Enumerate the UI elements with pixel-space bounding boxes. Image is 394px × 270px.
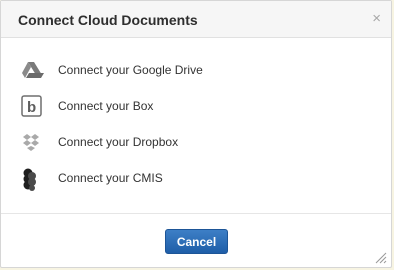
connect-box-option[interactable]: b Connect your Box (20, 95, 360, 119)
dialog-header: Connect Cloud Documents × (1, 1, 391, 38)
svg-text:b: b (27, 99, 36, 116)
dialog-footer: Cancel (1, 213, 391, 268)
connect-cmis-option[interactable]: Connect your CMIS (20, 167, 360, 191)
google-drive-icon (20, 59, 46, 83)
connect-cloud-documents-dialog: Connect Cloud Documents × Connect your G… (0, 0, 392, 268)
option-label: Connect your Dropbox (58, 135, 179, 149)
box-icon: b (20, 95, 46, 119)
dialog-title: Connect Cloud Documents (18, 12, 198, 28)
option-label: Connect your CMIS (58, 171, 163, 185)
resize-handle-icon[interactable] (375, 251, 387, 264)
connect-dropbox-option[interactable]: Connect your Dropbox (20, 131, 360, 155)
option-label: Connect your Google Drive (58, 63, 203, 77)
connect-google-drive-option[interactable]: Connect your Google Drive (20, 59, 360, 83)
cmis-icon (20, 167, 46, 191)
close-button[interactable]: × (372, 10, 381, 27)
dropbox-icon (20, 131, 46, 155)
option-label: Connect your Box (58, 99, 154, 113)
cancel-button[interactable]: Cancel (165, 229, 228, 254)
